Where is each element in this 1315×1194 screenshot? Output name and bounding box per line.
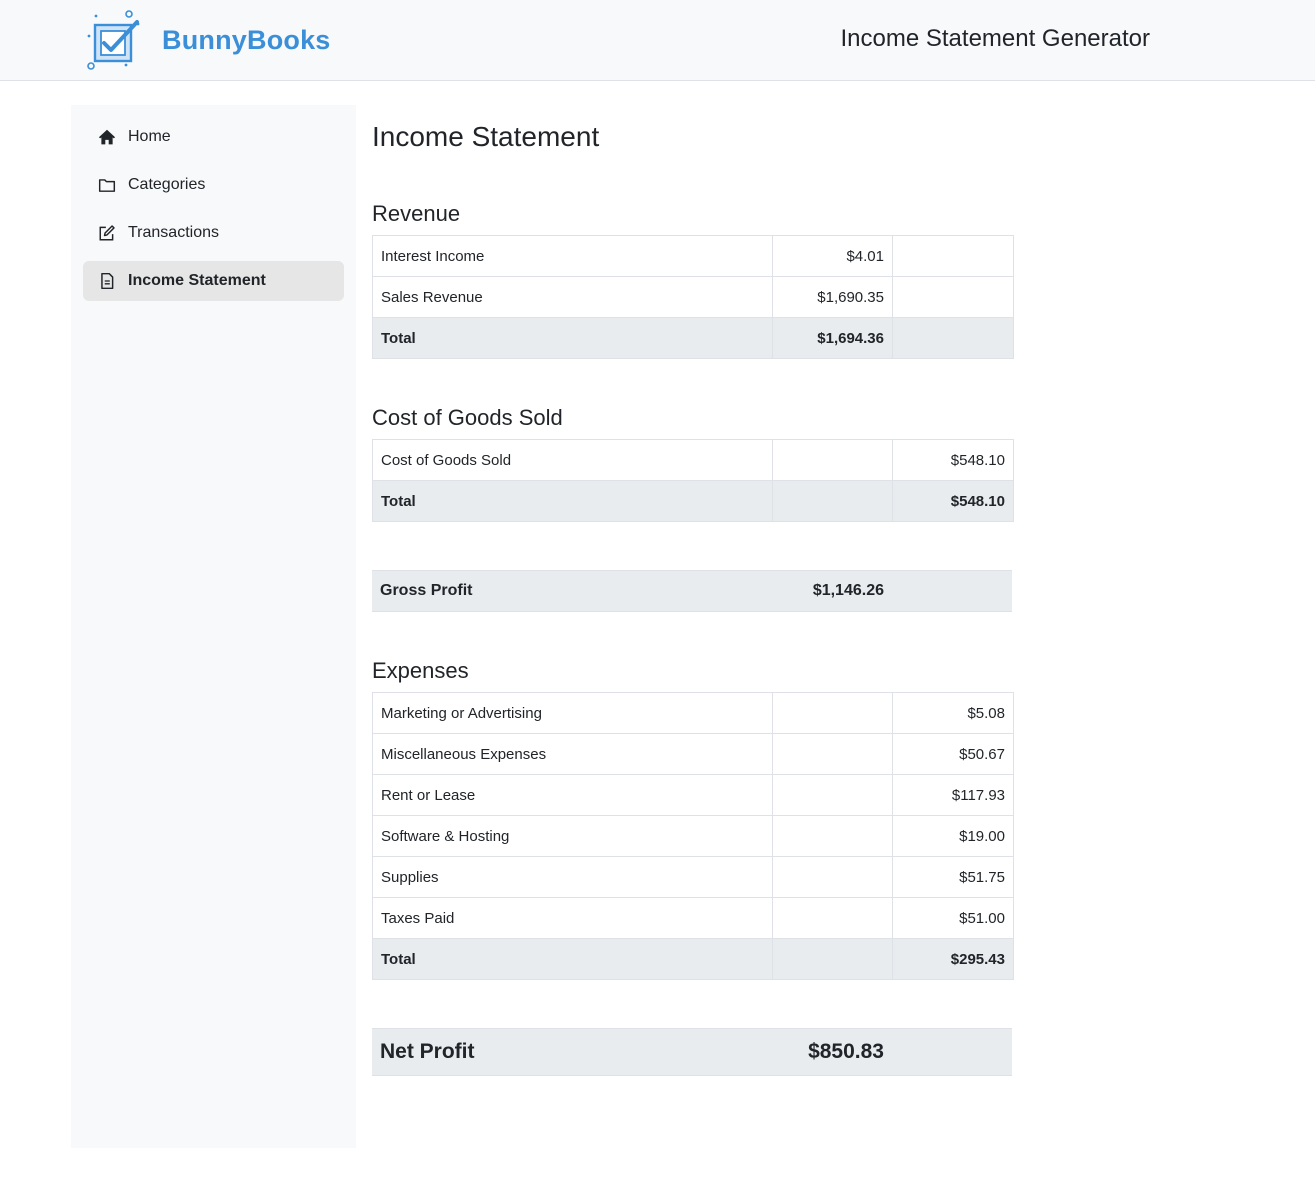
table-row: Rent or Lease $117.93 [372, 774, 1014, 816]
row-amount: $548.10 [892, 439, 1014, 481]
row-name: Interest Income [372, 235, 773, 277]
row-amount: $117.93 [892, 774, 1014, 816]
row-empty-cell [772, 815, 893, 857]
row-amount: $4.01 [772, 235, 893, 277]
page-title: Income Statement [372, 121, 600, 152]
sidebar-item-label: Transactions [128, 224, 219, 241]
cogs-heading: Cost of Goods Sold [372, 405, 563, 430]
sidebar-item-home[interactable]: Home [83, 117, 344, 157]
row-name: Supplies [372, 856, 773, 898]
gross-profit-label: Gross Profit [380, 582, 473, 599]
row-empty-cell [892, 235, 1014, 277]
row-name: Marketing or Advertising [372, 692, 773, 734]
sidebar-item-label: Categories [128, 176, 206, 193]
row-amount: $19.00 [892, 815, 1014, 857]
row-empty-cell [772, 480, 893, 522]
gross-profit-row: Gross Profit $1,146.26 [372, 570, 1012, 612]
net-profit-label: Net Profit [380, 1040, 475, 1063]
row-name: Taxes Paid [372, 897, 773, 939]
row-amount: $5.08 [892, 692, 1014, 734]
row-empty-cell [772, 897, 893, 939]
net-profit-value: $850.83 [808, 1040, 884, 1063]
row-empty-cell [772, 439, 893, 481]
sidebar-item-label: Home [128, 128, 171, 145]
brand-name: BunnyBooks [162, 24, 331, 55]
table-row: Cost of Goods Sold $548.10 [372, 439, 1014, 481]
row-name: Sales Revenue [372, 276, 773, 318]
revenue-table: Interest Income $4.01 Sales Revenue $1,6… [372, 235, 1014, 359]
revenue-heading: Revenue [372, 201, 461, 226]
row-amount: $1,690.35 [772, 276, 893, 318]
table-row: Sales Revenue $1,690.35 [372, 276, 1014, 318]
document-icon [98, 272, 116, 290]
row-name: Cost of Goods Sold [372, 439, 773, 481]
row-empty-cell [892, 317, 1014, 359]
table-row: Miscellaneous Expenses $50.67 [372, 733, 1014, 775]
expenses-total: $295.43 [892, 938, 1014, 980]
table-row: Marketing or Advertising $5.08 [372, 692, 1014, 734]
total-row: Total $1,694.36 [372, 317, 1014, 359]
sidebar-item-income-statement[interactable]: Income Statement [83, 261, 344, 301]
row-amount: $51.75 [892, 856, 1014, 898]
row-amount: $51.00 [892, 897, 1014, 939]
folder-icon [98, 176, 116, 194]
sidebar-item-transactions[interactable]: Transactions [83, 213, 344, 253]
row-amount: $50.67 [892, 733, 1014, 775]
row-empty-cell [772, 938, 893, 980]
cogs-total: $548.10 [892, 480, 1014, 522]
row-name: Miscellaneous Expenses [372, 733, 773, 775]
sidebar: Home Categories Transactions Income Stat… [71, 105, 356, 1148]
row-empty-cell [772, 774, 893, 816]
sidebar-item-label: Income Statement [128, 272, 266, 289]
row-name: Software & Hosting [372, 815, 773, 857]
expenses-heading: Expenses [372, 658, 469, 683]
row-empty-cell [772, 692, 893, 734]
total-label: Total [372, 317, 773, 359]
logo-icon [87, 10, 140, 70]
edit-icon [98, 224, 116, 242]
total-label: Total [372, 480, 773, 522]
table-row: Taxes Paid $51.00 [372, 897, 1014, 939]
app-title: Income Statement Generator [840, 25, 1151, 52]
cogs-table: Cost of Goods Sold $548.10 Total $548.10 [372, 439, 1014, 522]
main-content: Income Statement Revenue Interest Income… [372, 105, 1014, 1076]
total-row: Total $295.43 [372, 938, 1014, 980]
table-row: Interest Income $4.01 [372, 235, 1014, 277]
row-empty-cell [772, 856, 893, 898]
table-row: Software & Hosting $19.00 [372, 815, 1014, 857]
top-navbar: BunnyBooks Income Statement Generator [0, 0, 1315, 81]
net-profit-row: Net Profit $850.83 [372, 1028, 1012, 1076]
expenses-table: Marketing or Advertising $5.08 Miscellan… [372, 692, 1014, 980]
row-name: Rent or Lease [372, 774, 773, 816]
total-label: Total [372, 938, 773, 980]
revenue-total: $1,694.36 [772, 317, 893, 359]
table-row: Supplies $51.75 [372, 856, 1014, 898]
brand-link[interactable]: BunnyBooks [86, 10, 331, 70]
home-icon [98, 128, 116, 146]
gross-profit-value: $1,146.26 [812, 582, 884, 599]
sidebar-item-categories[interactable]: Categories [83, 165, 344, 205]
row-empty-cell [772, 733, 893, 775]
total-row: Total $548.10 [372, 480, 1014, 522]
row-empty-cell [892, 276, 1014, 318]
